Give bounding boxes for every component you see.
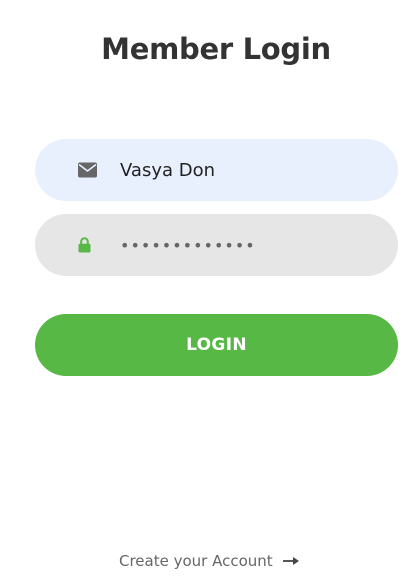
long-arrow-right-icon (282, 556, 299, 566)
envelope-icon (78, 162, 97, 178)
email-input[interactable] (120, 139, 380, 201)
page-title: Member Login (101, 32, 331, 66)
password-input[interactable] (120, 214, 380, 276)
create-account-label: Create your Account (119, 552, 273, 570)
create-account-link[interactable]: Create your Account (119, 552, 299, 570)
login-button[interactable]: LOGIN (35, 314, 398, 376)
lock-icon (78, 237, 91, 253)
password-field-container[interactable] (35, 214, 398, 276)
email-field-container[interactable] (35, 139, 398, 201)
